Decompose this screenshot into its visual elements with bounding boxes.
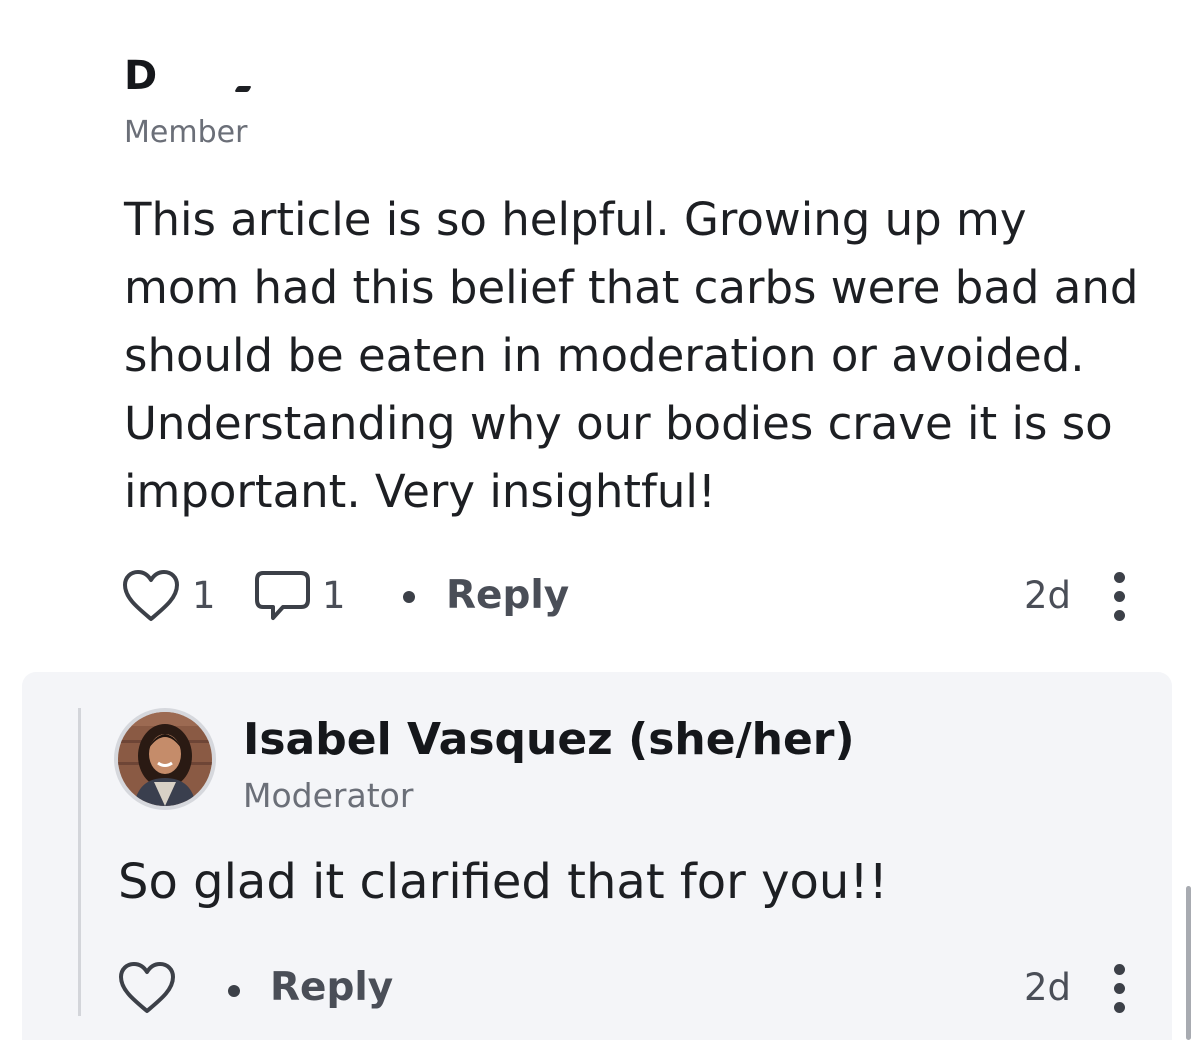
comment-timestamp: 2d [1024, 574, 1072, 617]
comment-body: This article is so helpful. Growing up m… [124, 193, 1139, 518]
scrollbar[interactable] [1186, 886, 1191, 1040]
more-vertical-icon[interactable] [1112, 964, 1126, 1014]
reply-actions: Reply 2d [0, 958, 1203, 1018]
like-count: 1 [192, 574, 216, 617]
reply-button[interactable]: Reply [270, 958, 393, 1018]
reply-count: 1 [322, 574, 346, 617]
reply-author-name[interactable]: Isabel Vasquez (she/her) [243, 712, 855, 768]
more-vertical-icon[interactable] [1112, 572, 1126, 622]
reply-author-role: Moderator [243, 776, 414, 815]
separator-dot [228, 985, 240, 997]
heart-icon[interactable] [116, 960, 178, 1016]
speech-bubble-icon[interactable] [253, 568, 313, 624]
comment-author-role: Member [124, 115, 248, 150]
separator-dot [403, 591, 415, 603]
avatar[interactable] [118, 712, 212, 806]
author-name-redaction [234, 86, 252, 92]
comment-author-name[interactable]: D [124, 50, 157, 102]
reply-body: So glad it clarified that for you!! [118, 854, 888, 910]
comment-actions: 1 1 Reply 2d [0, 566, 1203, 626]
reply-button[interactable]: Reply [446, 566, 569, 626]
heart-icon[interactable] [120, 568, 182, 624]
reply-timestamp: 2d [1024, 966, 1072, 1009]
